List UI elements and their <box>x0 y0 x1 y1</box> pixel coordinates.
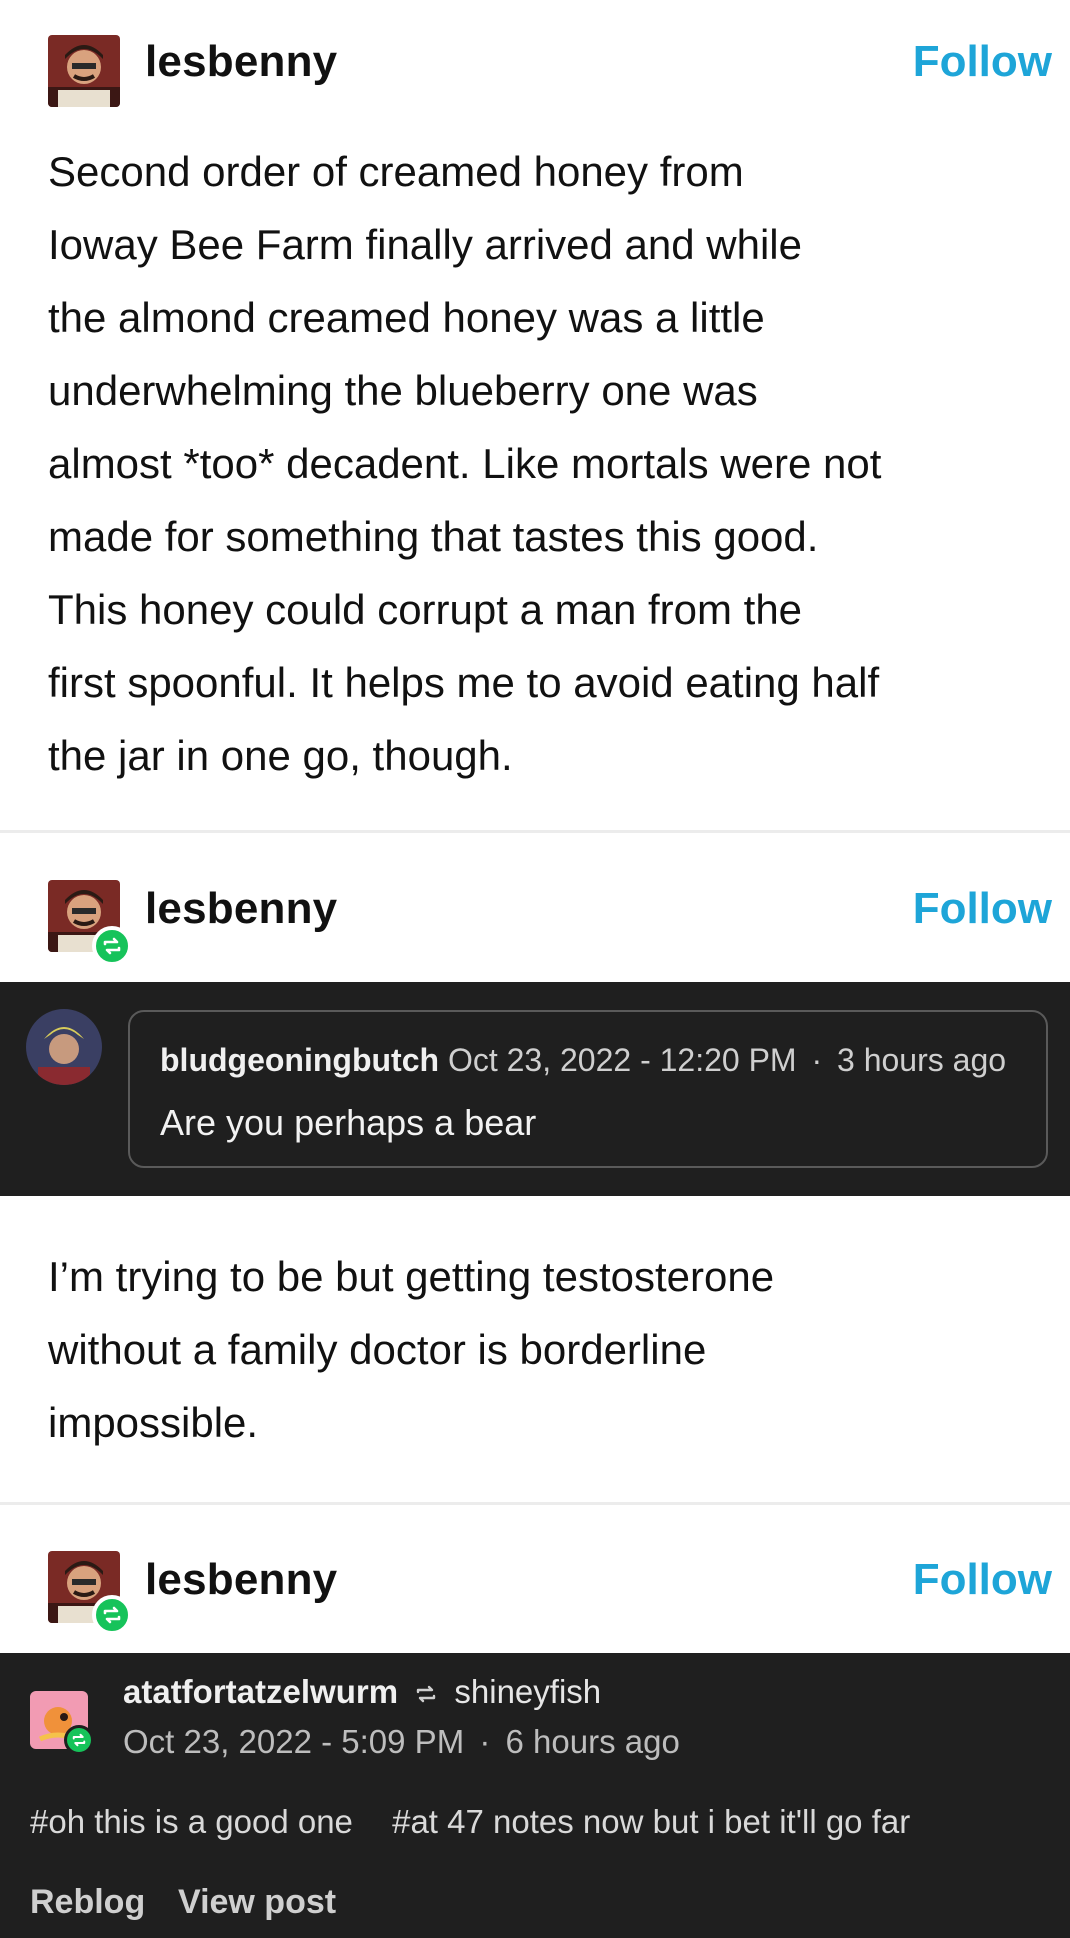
ask-card: bludgeoningbutch Oct 23, 2022 - 12:20 PM… <box>128 1010 1048 1168</box>
answer-line: impossible. <box>48 1399 259 1446</box>
post-username[interactable]: lesbenny <box>145 1555 337 1605</box>
post-header: lesbenny Follow <box>0 872 1070 966</box>
meta-separator: · <box>479 1723 491 1760</box>
note-meta-top: atatfortatzelwurm shineyfish <box>123 1673 601 1711</box>
answer-line: without a family doctor is borderline <box>48 1326 707 1373</box>
tag-list: #oh this is a good one #at 47 notes now … <box>30 1803 940 1841</box>
post-body-line: almost *too* decadent. Like mortals were… <box>48 440 882 487</box>
note-relative-time: 6 hours ago <box>505 1723 680 1760</box>
post-header: lesbenny Follow <box>0 1543 1070 1635</box>
post-divider <box>0 1502 1070 1505</box>
follow-button[interactable]: Follow <box>913 884 1052 934</box>
follow-button[interactable]: Follow <box>913 37 1052 87</box>
post-username[interactable]: lesbenny <box>145 37 337 87</box>
reblog-icon <box>92 1595 132 1635</box>
note-date: Oct 23, 2022 - 5:09 PM <box>123 1723 465 1760</box>
asker-avatar[interactable] <box>26 1009 102 1085</box>
ask-date: Oct 23, 2022 - 12:20 PM <box>447 1042 797 1078</box>
post-body-line: the jar in one go, though. <box>48 732 513 779</box>
asker-avatar-image <box>26 1009 102 1085</box>
ask-relative-time: 3 hours ago <box>837 1042 1007 1078</box>
follow-button[interactable]: Follow <box>913 1555 1052 1605</box>
meta-separator: · <box>811 1042 823 1078</box>
post-body-line: Ioway Bee Farm finally arrived and while <box>48 221 802 268</box>
avatar-image <box>48 35 120 107</box>
note-username[interactable]: atatfortatzelwurm <box>123 1673 398 1710</box>
post-body: Second order of creamed honey from Ioway… <box>48 135 1048 792</box>
tag[interactable]: #oh this is a good one <box>30 1803 353 1840</box>
reblogged-from-user[interactable]: shineyfish <box>454 1673 601 1710</box>
ask-meta: bludgeoningbutch Oct 23, 2022 - 12:20 PM… <box>160 1042 1006 1079</box>
reblog-note-section: atatfortatzelwurm shineyfish Oct 23, 202… <box>0 1653 1070 1938</box>
post-body-line: Second order of creamed honey from <box>48 148 744 195</box>
post-body-line: first spoonful. It helps me to avoid eat… <box>48 659 880 706</box>
ask-section: bludgeoningbutch Oct 23, 2022 - 12:20 PM… <box>0 982 1070 1196</box>
answer-body: I’m trying to be but getting testosteron… <box>48 1240 1048 1459</box>
post-username[interactable]: lesbenny <box>145 884 337 934</box>
post-body-line: the almond creamed honey was a little <box>48 294 765 341</box>
tag[interactable]: #at 47 notes now but i bet it'll go far <box>392 1803 910 1840</box>
post-body-line: underwhelming the blueberry one was <box>48 367 758 414</box>
post-divider <box>0 830 1070 833</box>
post-body-line: made for something that tastes this good… <box>48 513 819 560</box>
reblog-arrows-icon <box>417 1685 436 1703</box>
asker-name[interactable]: bludgeoningbutch <box>160 1042 439 1078</box>
answer-line: I’m trying to be but getting testosteron… <box>48 1253 775 1300</box>
reblog-button[interactable]: Reblog <box>30 1883 145 1922</box>
post-header: lesbenny Follow <box>0 25 1070 115</box>
avatar[interactable] <box>48 35 120 107</box>
ask-question: Are you perhaps a bear <box>160 1102 537 1143</box>
reblog-icon <box>64 1725 94 1755</box>
post-body-line: This honey could corrupt a man from the <box>48 586 803 633</box>
note-meta-bottom: Oct 23, 2022 - 5:09 PM · 6 hours ago <box>123 1723 680 1761</box>
view-post-button[interactable]: View post <box>178 1883 336 1922</box>
reblog-icon <box>92 926 132 966</box>
